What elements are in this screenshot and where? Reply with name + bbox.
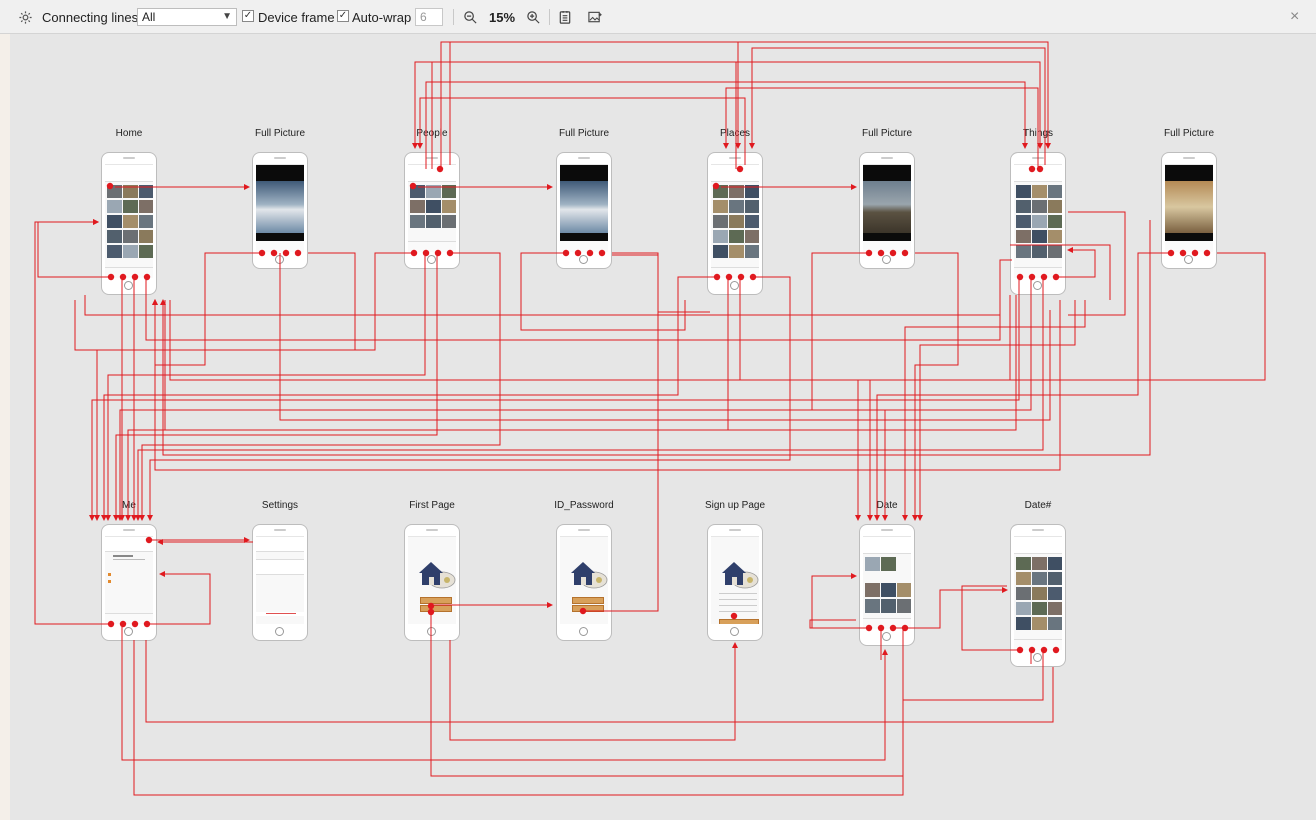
- connector-line: [430, 614, 904, 777]
- hotspot-marker[interactable]: [131, 273, 139, 281]
- hotspot-marker[interactable]: [1028, 646, 1036, 654]
- hotspot-marker[interactable]: [282, 249, 290, 257]
- hotspot-marker[interactable]: [119, 620, 127, 628]
- hotspot-marker[interactable]: [877, 249, 885, 257]
- hotspot-marker[interactable]: [712, 182, 720, 190]
- hotspot-marker[interactable]: [736, 165, 744, 173]
- connector-line: [152, 252, 262, 366]
- hotspot-marker[interactable]: [1028, 273, 1036, 281]
- connector-line: [145, 640, 1054, 723]
- connector-line: [449, 41, 1051, 165]
- connector-line: [612, 252, 710, 313]
- hotspot-marker[interactable]: [106, 182, 114, 190]
- connector-line: [133, 628, 904, 796]
- hotspot-marker[interactable]: [1191, 249, 1199, 257]
- hotspot-marker[interactable]: [1040, 273, 1048, 281]
- connector-line: [34, 219, 110, 625]
- hotspot-marker[interactable]: [574, 249, 582, 257]
- connector-line: [105, 253, 426, 521]
- connector-line: [94, 252, 413, 521]
- hotspot-marker[interactable]: [1203, 249, 1211, 257]
- connector-line: [811, 252, 888, 521]
- hotspot-marker[interactable]: [143, 273, 151, 281]
- connector-line: [74, 252, 356, 351]
- connector-line: [1055, 247, 1096, 278]
- connector-line: [809, 619, 856, 629]
- hotspot-marker[interactable]: [1040, 646, 1048, 654]
- hotspot-marker[interactable]: [409, 182, 417, 190]
- connector-line: [893, 587, 1008, 629]
- connector-line: [139, 252, 501, 521]
- hotspot-marker[interactable]: [131, 620, 139, 628]
- connector-line: [902, 628, 1044, 701]
- hotspot-marker[interactable]: [436, 165, 444, 173]
- connector-line: [749, 47, 1046, 165]
- hotspot-marker[interactable]: [725, 273, 733, 281]
- hotspot-marker[interactable]: [1179, 249, 1187, 257]
- connector-line: [1068, 211, 1126, 316]
- connector-line: [84, 295, 1000, 316]
- connector-line: [583, 254, 659, 612]
- hotspot-marker[interactable]: [1016, 273, 1024, 281]
- connector-line: [412, 61, 737, 169]
- connector-line: [117, 277, 1032, 521]
- hotspot-marker[interactable]: [422, 249, 430, 257]
- connector-line: [961, 585, 1019, 651]
- hotspot-marker[interactable]: [1052, 646, 1060, 654]
- connector-line: [520, 252, 686, 331]
- connector-line: [37, 219, 110, 278]
- hotspot-marker[interactable]: [434, 249, 442, 257]
- connector-line: [867, 252, 1266, 521]
- connector-line: [912, 252, 959, 521]
- hotspot-marker[interactable]: [889, 249, 897, 257]
- connector-line: [874, 252, 1171, 521]
- connector-line: [440, 41, 741, 169]
- connector-line: [125, 277, 729, 521]
- hotspot-marker[interactable]: [901, 249, 909, 257]
- connector-line: [723, 87, 1039, 169]
- hotspot-marker[interactable]: [119, 273, 127, 281]
- hotspot-marker[interactable]: [598, 249, 606, 257]
- connector-line: [147, 276, 791, 521]
- hotspot-marker[interactable]: [427, 602, 435, 610]
- hotspot-marker[interactable]: [1028, 165, 1036, 173]
- connector-line: [113, 253, 438, 521]
- hotspot-marker[interactable]: [586, 249, 594, 257]
- connector-line: [101, 276, 716, 521]
- connector-line: [417, 97, 746, 165]
- connector-line: [146, 571, 211, 625]
- hotspot-marker[interactable]: [737, 273, 745, 281]
- connecting-lines: [34, 41, 1266, 796]
- connector-line: [739, 277, 1011, 381]
- hotspot-marker[interactable]: [270, 249, 278, 257]
- hotspot-marker[interactable]: [730, 612, 738, 620]
- connector-line: [135, 277, 1044, 521]
- connector-line: [145, 277, 1001, 341]
- hotspot-marker[interactable]: [294, 249, 302, 257]
- hotspot-marker[interactable]: [145, 536, 153, 544]
- connector-line: [449, 640, 738, 741]
- connector-line: [89, 277, 1020, 521]
